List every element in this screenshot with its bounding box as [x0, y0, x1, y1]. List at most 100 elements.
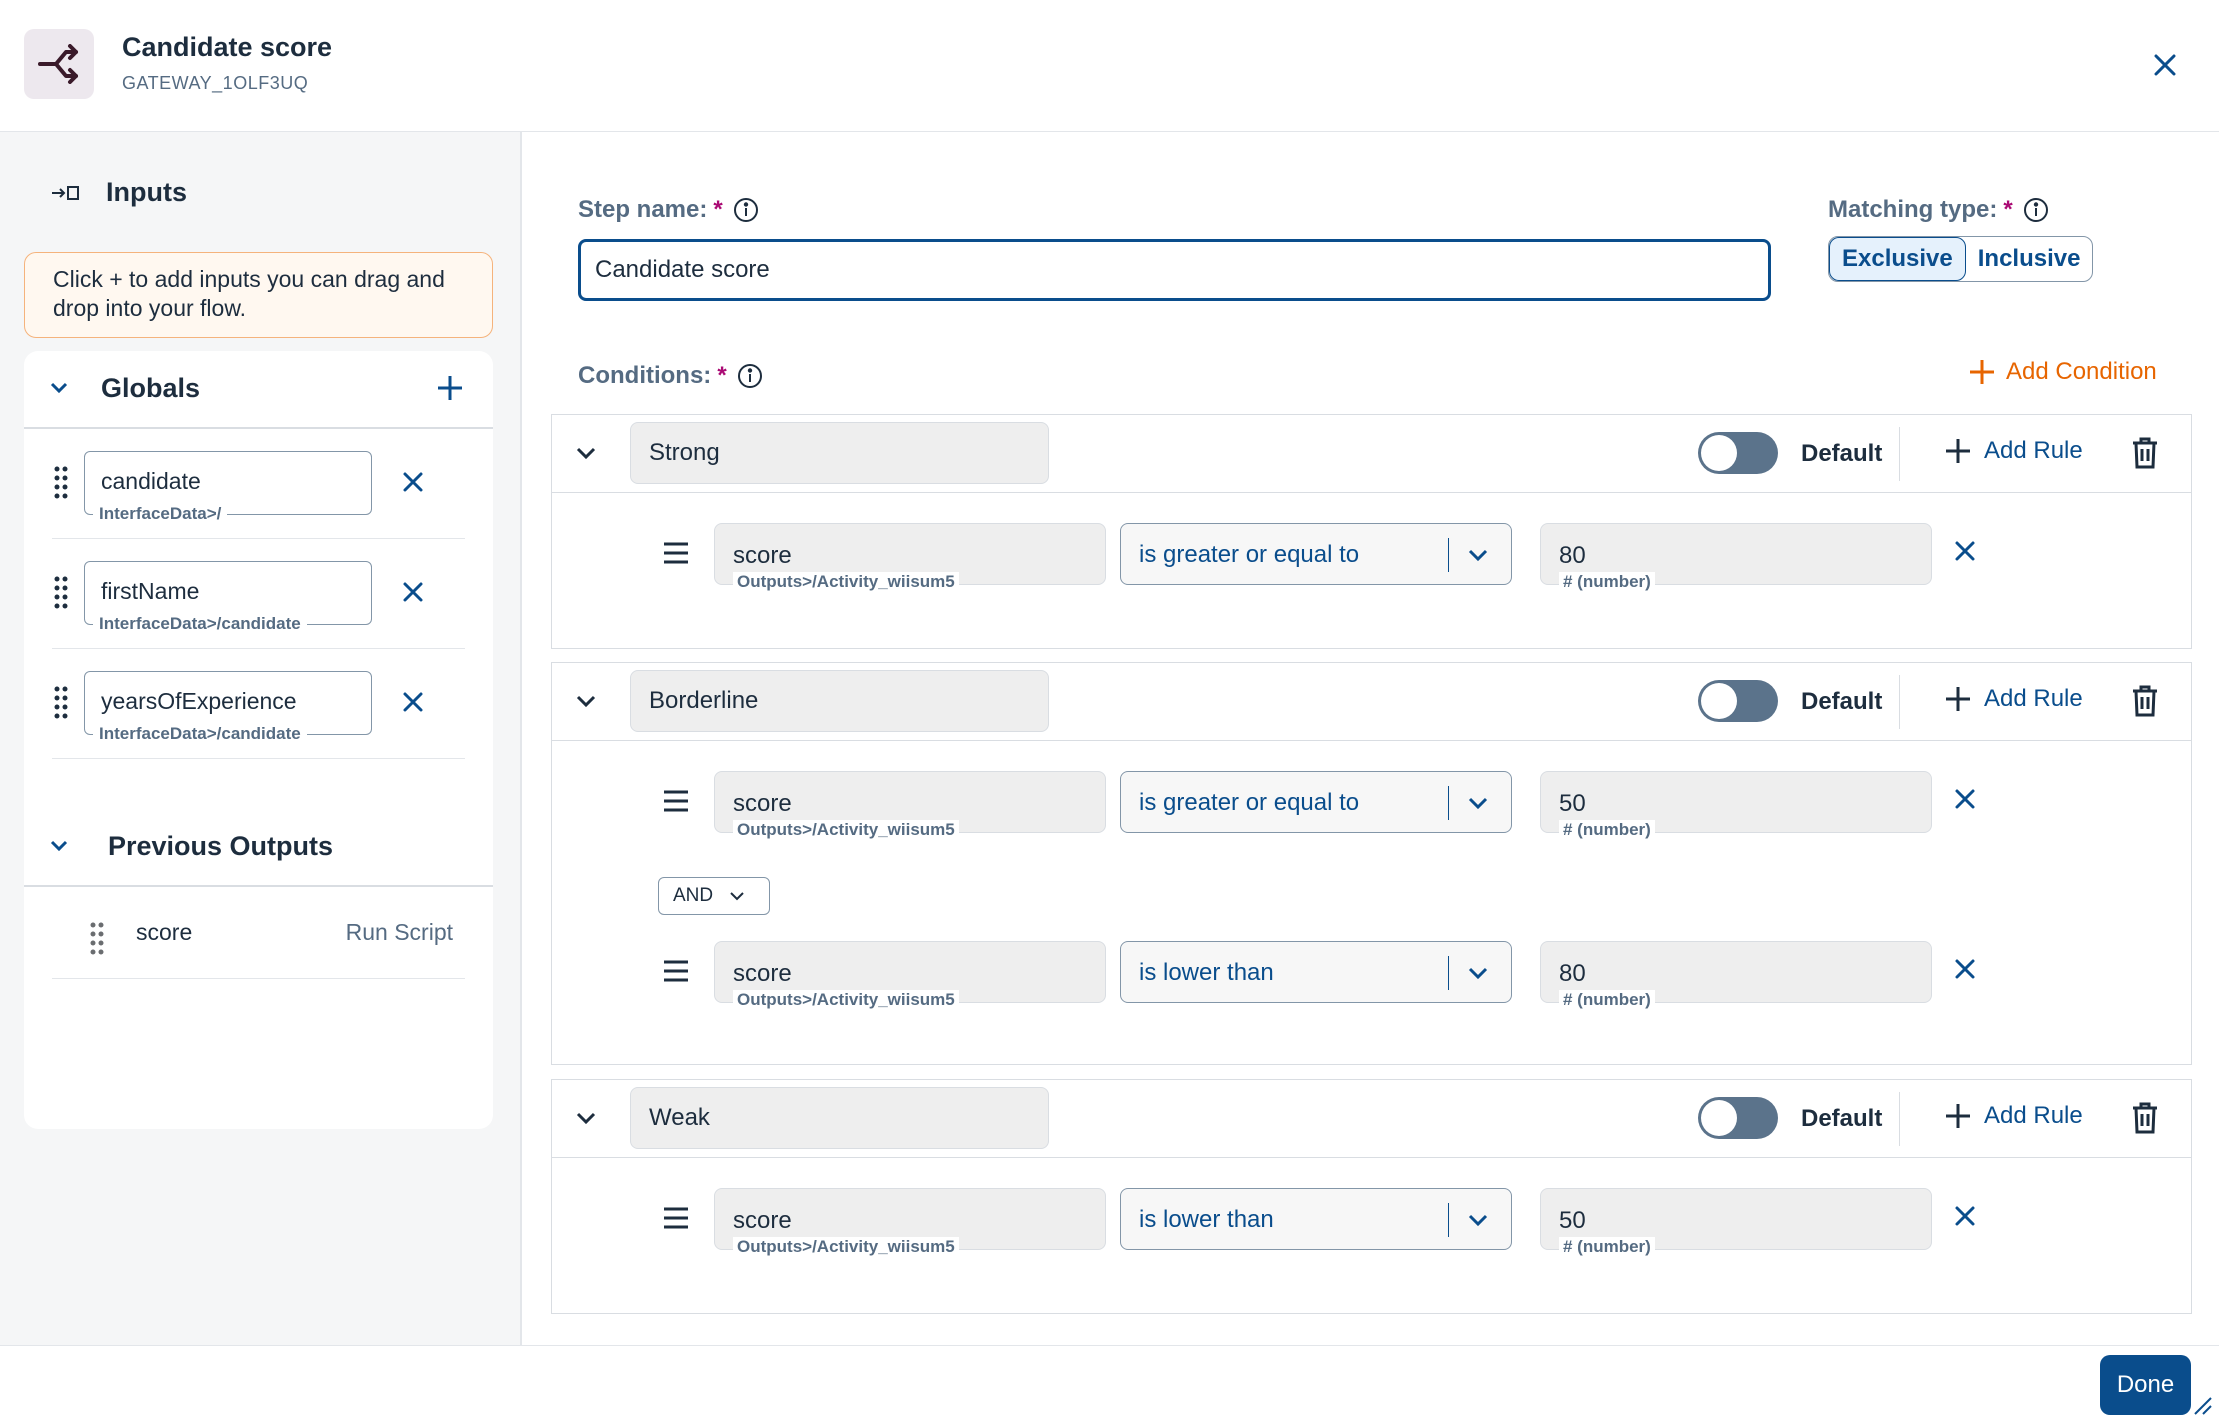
add-rule-button[interactable]: Add Rule [1944, 685, 2083, 713]
matching-type-label: Matching type: * [1828, 196, 2049, 224]
plus-icon [1946, 439, 1970, 463]
rule-value-input[interactable]: 80 # (number) [1540, 523, 1932, 592]
rule-row: score Outputs>/Activity_wiisum5 is lower t… [552, 937, 2191, 1010]
remove-rule-button[interactable] [1954, 1205, 1976, 1232]
previous-outputs-card: Previous Outputs score Run Script [24, 809, 493, 1129]
rule-value-type: # (number) [1559, 572, 1655, 592]
divider [1448, 786, 1449, 820]
resize-handle-icon[interactable] [2191, 1394, 2213, 1416]
drag-handle-icon[interactable] [90, 921, 104, 960]
plus-icon [1946, 687, 1970, 711]
remove-rule-button[interactable] [1954, 540, 1976, 567]
plus-icon [1970, 360, 1994, 384]
rule-row: score Outputs>/Activity_wiisum5 is greater… [552, 519, 2191, 592]
connector-value: AND [673, 885, 714, 906]
rule-field-input[interactable]: score Outputs>/Activity_wiisum5 [714, 1188, 1106, 1257]
dialog-subtitle: GATEWAY_1OLF3UQ [122, 73, 309, 93]
drag-handle-icon[interactable] [54, 575, 68, 614]
matching-type-toggle: Exclusive Inclusive [1828, 236, 2094, 282]
rule-field-name: score [733, 542, 792, 569]
condition-name-input[interactable]: Weak [630, 1087, 1049, 1149]
default-label: Default [1801, 1105, 1883, 1132]
logic-connector-select[interactable]: AND [658, 877, 770, 915]
drag-handle-icon[interactable] [662, 1206, 690, 1230]
operator-value: is greater or equal to [1139, 789, 1360, 816]
divider [1448, 956, 1449, 990]
drag-handle-icon[interactable] [54, 685, 68, 724]
delete-condition-button[interactable] [2131, 437, 2159, 474]
global-field[interactable]: yearsOfExperience InterfaceData>/candidat… [84, 671, 372, 744]
drag-handle-icon[interactable] [54, 465, 68, 504]
rule-field-path: Outputs>/Activity_wiisum5 [733, 820, 959, 840]
rule-value-input[interactable]: 50 # (number) [1540, 1188, 1932, 1257]
rule-value: 50 [1559, 790, 1586, 817]
divider [1448, 1203, 1449, 1237]
rule-field-input[interactable]: score Outputs>/Activity_wiisum5 [714, 523, 1106, 592]
chevron-down-icon[interactable] [574, 1106, 598, 1130]
drag-handle-icon[interactable] [662, 789, 690, 813]
chevron-down-icon[interactable] [48, 835, 70, 857]
remove-rule-button[interactable] [1954, 958, 1976, 985]
output-source: Run Script [345, 919, 453, 945]
global-path: InterfaceData>/ [93, 504, 228, 524]
chevron-down-icon[interactable] [574, 441, 598, 465]
global-field[interactable]: firstName InterfaceData>/candidate [84, 561, 372, 634]
inclusive-option[interactable]: Inclusive [1966, 237, 2093, 281]
operator-select[interactable]: is lower than [1120, 1188, 1512, 1250]
step-name-input[interactable]: Candidate score [578, 239, 1771, 301]
default-switch[interactable] [1698, 680, 1778, 722]
global-field[interactable]: candidate InterfaceData>/ [84, 451, 372, 524]
condition-card: Strong Default Add Rule score Outputs>/Activ… [551, 414, 2192, 649]
rule-value-input[interactable]: 80 # (number) [1540, 941, 1932, 1010]
rule-field-name: score [733, 960, 792, 987]
rule-value-input[interactable]: 50 # (number) [1540, 771, 1932, 840]
add-global-button[interactable] [435, 373, 465, 403]
drag-handle-icon[interactable] [662, 541, 690, 565]
rule-field-input[interactable]: score Outputs>/Activity_wiisum5 [714, 771, 1106, 840]
close-button[interactable] [2148, 48, 2182, 82]
divider [1899, 675, 1900, 729]
rule-field-path: Outputs>/Activity_wiisum5 [733, 1237, 959, 1257]
global-path: InterfaceData>/candidate [93, 724, 307, 744]
remove-global-button[interactable] [402, 581, 424, 608]
add-condition-button[interactable]: Add Condition [1968, 358, 2157, 386]
trash-icon [2133, 437, 2157, 469]
add-rule-button[interactable]: Add Rule [1944, 1102, 2083, 1130]
output-name: score [136, 919, 193, 945]
info-icon[interactable] [2023, 197, 2049, 223]
conditions-label: Conditions: * [578, 362, 763, 390]
global-name: candidate [101, 468, 201, 494]
divider [1899, 427, 1900, 481]
remove-rule-button[interactable] [1954, 788, 1976, 815]
default-switch[interactable] [1698, 1097, 1778, 1139]
chevron-down-icon[interactable] [48, 377, 70, 399]
default-switch[interactable] [1698, 432, 1778, 474]
delete-condition-button[interactable] [2131, 685, 2159, 722]
info-icon[interactable] [737, 363, 763, 389]
gateway-icon [24, 29, 94, 99]
rule-value: 80 [1559, 960, 1586, 987]
remove-global-button[interactable] [402, 471, 424, 498]
previous-output-item[interactable]: score Run Script [52, 887, 465, 979]
chevron-down-icon [730, 892, 744, 901]
operator-select[interactable]: is lower than [1120, 941, 1512, 1003]
add-rule-button[interactable]: Add Rule [1944, 437, 2083, 465]
exclusive-option[interactable]: Exclusive [1829, 237, 1966, 281]
dialog-title: Candidate score [122, 32, 333, 62]
rule-field-input[interactable]: score Outputs>/Activity_wiisum5 [714, 941, 1106, 1010]
info-icon[interactable] [733, 197, 759, 223]
operator-select[interactable]: is greater or equal to [1120, 771, 1512, 833]
global-item: yearsOfExperience InterfaceData>/candidat… [52, 649, 465, 759]
drag-handle-icon[interactable] [662, 959, 690, 983]
operator-select[interactable]: is greater or equal to [1120, 523, 1512, 585]
delete-condition-button[interactable] [2131, 1102, 2159, 1139]
condition-header: Strong Default Add Rule [552, 415, 2191, 493]
condition-name-input[interactable]: Borderline [630, 670, 1049, 732]
rule-field-name: score [733, 790, 792, 817]
done-button[interactable]: Done [2100, 1355, 2191, 1415]
chevron-down-icon [1468, 1214, 1488, 1227]
condition-name-input[interactable]: Strong [630, 422, 1049, 484]
previous-outputs-header: Previous Outputs [24, 809, 493, 887]
remove-global-button[interactable] [402, 691, 424, 718]
chevron-down-icon[interactable] [574, 689, 598, 713]
